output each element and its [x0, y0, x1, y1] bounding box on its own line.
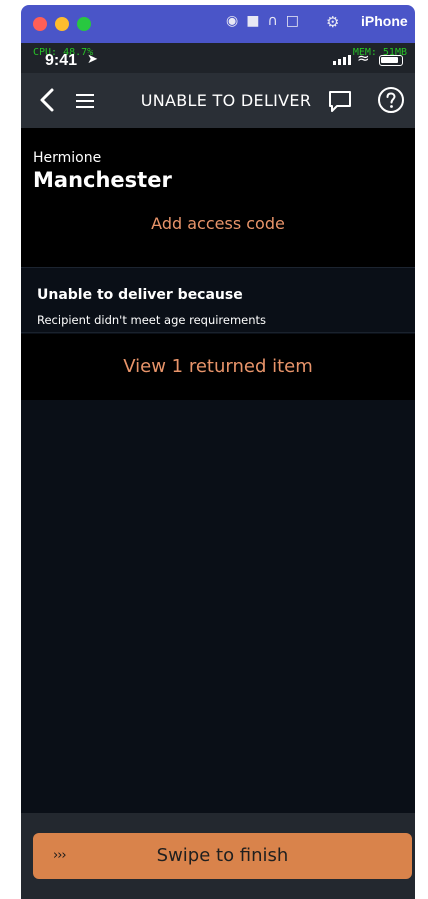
battery-icon: [379, 55, 403, 66]
chat-bubble-icon[interactable]: [326, 87, 354, 115]
gear-icon[interactable]: ⚙: [326, 13, 339, 31]
simulator-toolbar: ◉ ■ ∩ □: [226, 13, 299, 29]
video-icon[interactable]: ■: [246, 13, 259, 29]
address-block: Hermione Manchester Add access code: [21, 128, 415, 268]
recipient-name: Hermione: [33, 150, 102, 166]
view-returned-item-link[interactable]: View 1 returned item: [21, 356, 415, 377]
cellular-signal-icon: [333, 55, 351, 65]
reason-detail: Recipient didn't meet age requirements: [37, 313, 267, 327]
bottom-action-area: ››› Swipe to finish: [21, 813, 415, 899]
status-bar: CPU: 48.7% MEM: 51MB 9:41 ➤ ≈: [21, 43, 415, 73]
rotate-icon[interactable]: □: [286, 13, 299, 29]
hamburger-menu-icon[interactable]: [73, 89, 97, 113]
zoom-window-button[interactable]: [77, 17, 91, 31]
reason-block: Unable to deliver because Recipient didn…: [21, 269, 415, 333]
device-label[interactable]: iPhone: [361, 13, 408, 29]
status-time: 9:41: [45, 52, 78, 69]
address-city: Manchester: [33, 168, 172, 192]
reason-title: Unable to deliver because: [37, 287, 243, 303]
swipe-to-finish-button[interactable]: ››› Swipe to finish: [33, 833, 412, 879]
location-arrow-icon: ➤: [87, 52, 98, 67]
wifi-icon: ≈: [357, 49, 370, 67]
help-circle-icon[interactable]: [377, 86, 405, 114]
headphones-icon[interactable]: ∩: [267, 13, 277, 29]
page-title: UNABLE TO DELIVER: [140, 91, 312, 110]
add-access-code-link[interactable]: Add access code: [21, 214, 415, 233]
returned-items-row[interactable]: View 1 returned item: [21, 334, 415, 400]
close-window-button[interactable]: [33, 17, 47, 31]
back-chevron-icon[interactable]: [35, 85, 61, 115]
simulator-title-bar: ◉ ■ ∩ □ ⚙ iPhone: [21, 5, 415, 43]
nav-bar: UNABLE TO DELIVER: [21, 73, 415, 128]
phone-screen: CPU: 48.7% MEM: 51MB 9:41 ➤ ≈ UNABLE TO …: [21, 43, 415, 899]
minimize-window-button[interactable]: [55, 17, 69, 31]
camera-icon[interactable]: ◉: [226, 13, 238, 29]
swipe-label: Swipe to finish: [156, 845, 289, 866]
